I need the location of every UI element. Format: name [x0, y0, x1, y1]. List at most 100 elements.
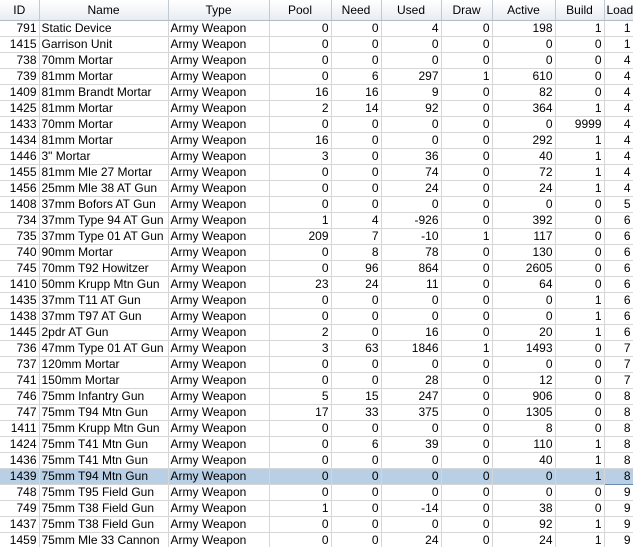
cell-draw[interactable]: 0 [441, 260, 493, 277]
cell-used[interactable]: 1846 [381, 340, 442, 357]
cell-used[interactable]: 0 [381, 420, 442, 437]
cell-name[interactable]: 120mm Mortar [39, 356, 169, 373]
cell-pool[interactable]: 0 [269, 292, 332, 309]
cell-active[interactable]: 0 [492, 468, 556, 485]
table-row[interactable]: 1455 81mm Mle 27 Mortar Army Weapon 0 0 74 0 72… [0, 164, 633, 181]
cell-id[interactable]: 1445 [0, 324, 40, 341]
cell-draw[interactable]: 0 [441, 500, 493, 517]
cell-active[interactable]: 610 [492, 68, 556, 85]
cell-id[interactable]: 1433 [0, 116, 40, 133]
cell-id[interactable]: 745 [0, 260, 40, 277]
cell-need[interactable]: 0 [331, 180, 382, 197]
cell-used[interactable]: 28 [381, 372, 442, 389]
cell-type[interactable]: Army Weapon [168, 500, 270, 517]
table-row[interactable]: 749 75mm T38 Field Gun Army Weapon 1 0 -14 0 38… [0, 500, 633, 517]
cell-used[interactable]: 0 [381, 36, 442, 53]
cell-pool[interactable]: 3 [269, 340, 332, 357]
cell-draw[interactable]: 0 [441, 308, 493, 325]
cell-used[interactable]: 36 [381, 148, 442, 165]
cell-used[interactable]: 78 [381, 244, 442, 261]
cell-need[interactable]: 0 [331, 20, 382, 37]
cell-active[interactable]: 0 [492, 292, 556, 309]
cell-need[interactable]: 0 [331, 148, 382, 165]
cell-active[interactable]: 40 [492, 452, 556, 469]
cell-need[interactable]: 0 [331, 196, 382, 213]
cell-id[interactable]: 737 [0, 356, 40, 373]
table-row[interactable]: 1436 75mm T41 Mtn Gun Army Weapon 0 0 0 0 40 1 8 [0, 452, 633, 469]
cell-need[interactable]: 14 [331, 100, 382, 117]
cell-load[interactable]: 7 [604, 340, 633, 357]
column-header-draw[interactable]: Draw [441, 0, 493, 21]
cell-type[interactable]: Army Weapon [168, 340, 270, 357]
cell-active[interactable]: 0 [492, 116, 556, 133]
cell-draw[interactable]: 0 [441, 36, 493, 53]
cell-id[interactable]: 738 [0, 52, 40, 69]
cell-need[interactable]: 0 [331, 36, 382, 53]
cell-active[interactable]: 0 [492, 196, 556, 213]
cell-draw[interactable]: 0 [441, 356, 493, 373]
cell-pool[interactable]: 16 [269, 132, 332, 149]
cell-load[interactable]: 6 [604, 228, 633, 245]
cell-id[interactable]: 1409 [0, 84, 40, 101]
cell-active[interactable]: 0 [492, 36, 556, 53]
cell-used[interactable]: 0 [381, 484, 442, 501]
cell-type[interactable]: Army Weapon [168, 308, 270, 325]
cell-name[interactable]: 75mm T41 Mtn Gun [39, 436, 169, 453]
cell-used[interactable]: 0 [381, 292, 442, 309]
cell-draw[interactable]: 0 [441, 52, 493, 69]
table-row[interactable]: 745 70mm T92 Howitzer Army Weapon 0 96 864 0 26… [0, 260, 633, 277]
cell-used[interactable]: 39 [381, 436, 442, 453]
cell-id[interactable]: 1415 [0, 36, 40, 53]
cell-pool[interactable]: 209 [269, 228, 332, 245]
cell-need[interactable]: 0 [331, 468, 382, 485]
cell-type[interactable]: Army Weapon [168, 420, 270, 437]
cell-draw[interactable]: 0 [441, 484, 493, 501]
cell-type[interactable]: Army Weapon [168, 196, 270, 213]
column-header-used[interactable]: Used [381, 0, 442, 21]
cell-active[interactable]: 82 [492, 84, 556, 101]
table-row[interactable]: 1433 70mm Mortar Army Weapon 0 0 0 0 0 9999 4 [0, 116, 633, 133]
cell-name[interactable]: 81mm Mle 27 Mortar [39, 164, 169, 181]
cell-used[interactable]: 0 [381, 116, 442, 133]
cell-load[interactable]: 8 [604, 452, 633, 469]
cell-pool[interactable]: 0 [269, 196, 332, 213]
cell-load[interactable]: 4 [604, 164, 633, 181]
cell-load[interactable]: 4 [604, 132, 633, 149]
cell-name[interactable]: 70mm Mortar [39, 116, 169, 133]
cell-type[interactable]: Army Weapon [168, 164, 270, 181]
cell-id[interactable]: 1408 [0, 196, 40, 213]
cell-need[interactable]: 0 [331, 324, 382, 341]
table-row[interactable]: 737 120mm Mortar Army Weapon 0 0 0 0 0 0 7 [0, 356, 633, 373]
cell-build[interactable]: 0 [555, 84, 605, 101]
cell-load[interactable]: 6 [604, 324, 633, 341]
table-row[interactable]: 1410 50mm Krupp Mtn Gun Army Weapon 23 24 11 0… [0, 276, 633, 293]
column-header-active[interactable]: Active [492, 0, 556, 21]
cell-id[interactable]: 1456 [0, 180, 40, 197]
cell-pool[interactable]: 0 [269, 36, 332, 53]
cell-active[interactable]: 24 [492, 180, 556, 197]
cell-used[interactable]: -14 [381, 500, 442, 517]
cell-type[interactable]: Army Weapon [168, 20, 270, 37]
cell-used[interactable]: 0 [381, 308, 442, 325]
cell-need[interactable]: 15 [331, 388, 382, 405]
cell-used[interactable]: 92 [381, 100, 442, 117]
cell-id[interactable]: 1434 [0, 132, 40, 149]
cell-id[interactable]: 734 [0, 212, 40, 229]
cell-load[interactable]: 4 [604, 84, 633, 101]
table-row[interactable]: 1434 81mm Mortar Army Weapon 16 0 0 0 292 1 4 [0, 132, 633, 149]
table-row[interactable]: 1459 75mm Mle 33 Cannon Army Weapon 0 0 24 0 24… [0, 532, 633, 547]
cell-load[interactable]: 6 [604, 244, 633, 261]
table-row[interactable]: 1456 25mm Mle 38 AT Gun Army Weapon 0 0 24 0 24… [0, 180, 633, 197]
cell-need[interactable]: 0 [331, 132, 382, 149]
table-row[interactable]: 734 37mm Type 94 AT Gun Army Weapon 1 4 -926 0… [0, 212, 633, 229]
cell-name[interactable]: Garrison Unit [39, 36, 169, 53]
cell-need[interactable]: 7 [331, 228, 382, 245]
cell-name[interactable]: 37mm Type 94 AT Gun [39, 212, 169, 229]
cell-active[interactable]: 40 [492, 148, 556, 165]
cell-used[interactable]: 11 [381, 276, 442, 293]
table-row[interactable]: 1425 81mm Mortar Army Weapon 2 14 92 0 364 1 4 [0, 100, 633, 117]
cell-used[interactable]: 24 [381, 180, 442, 197]
cell-name[interactable]: 75mm T94 Mtn Gun [39, 404, 169, 421]
cell-pool[interactable]: 1 [269, 500, 332, 517]
cell-id[interactable]: 1410 [0, 276, 40, 293]
